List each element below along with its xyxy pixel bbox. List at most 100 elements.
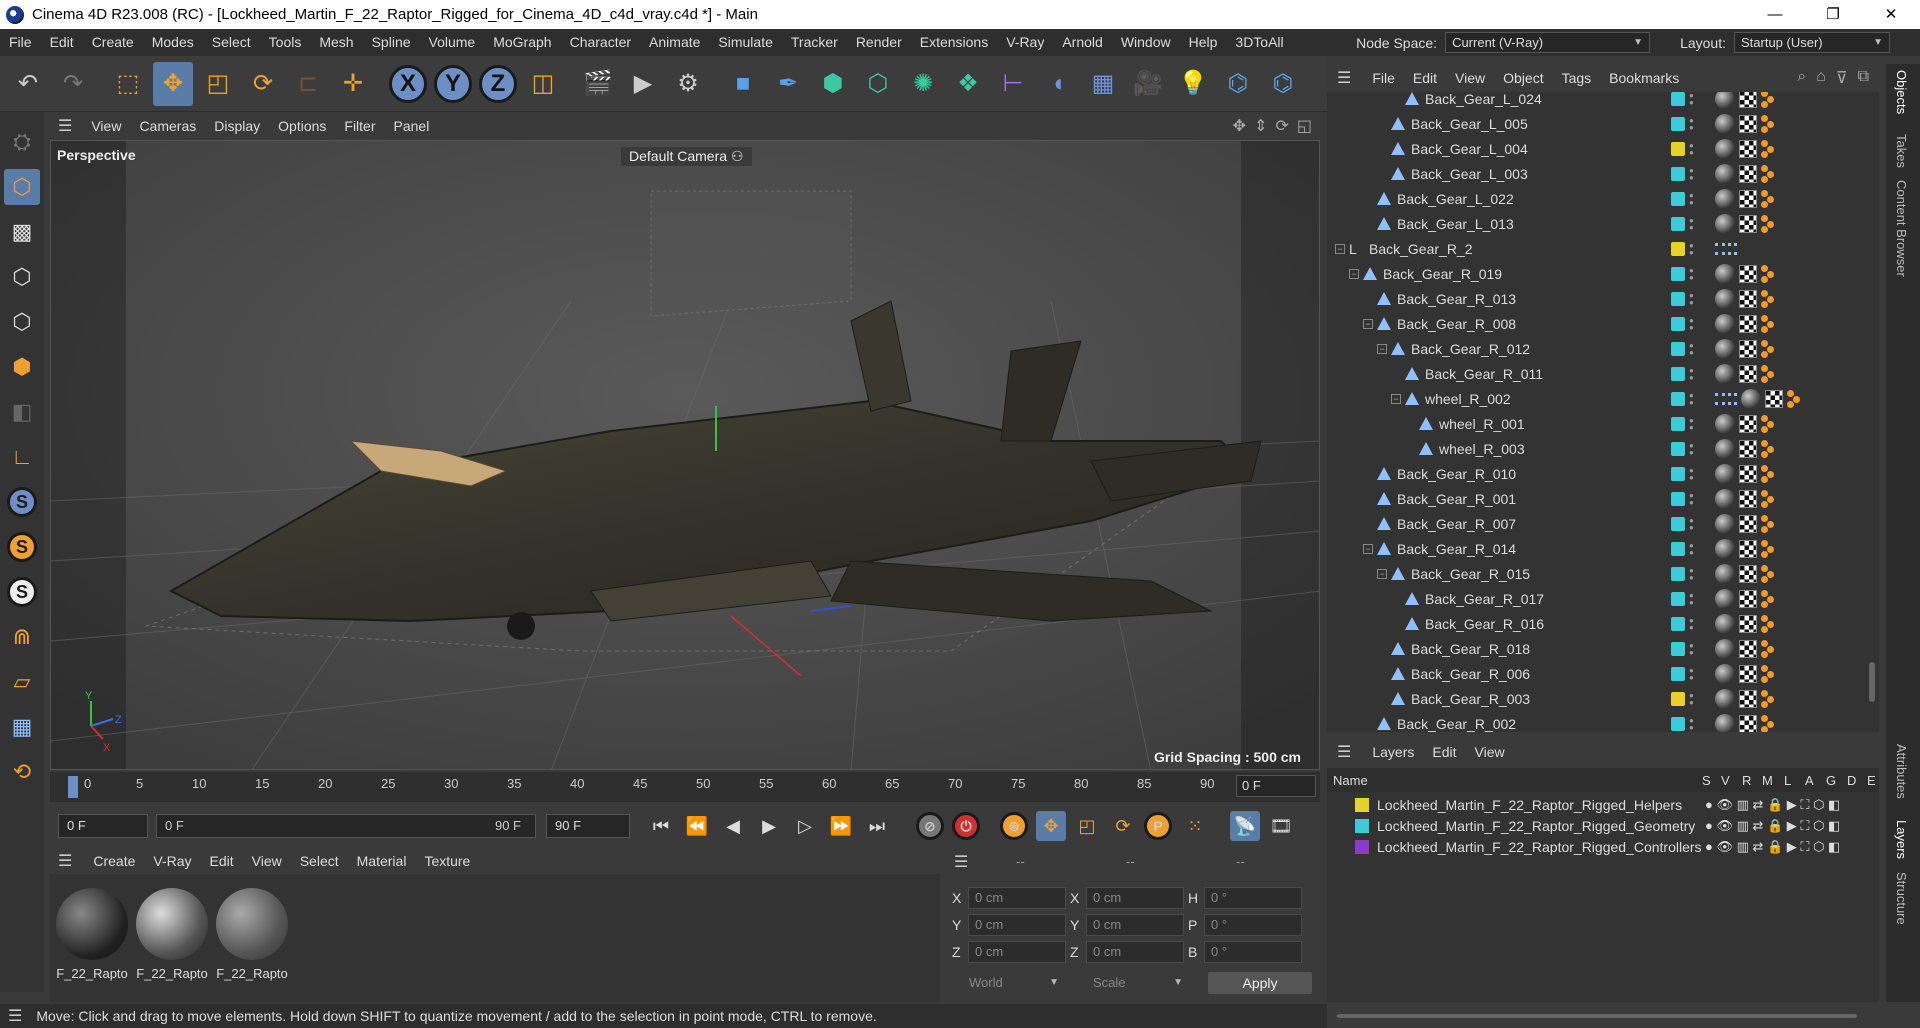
material-tag-icon[interactable] — [1715, 338, 1735, 359]
uvw-tag-icon[interactable] — [1739, 339, 1757, 358]
planar-workplane-button[interactable]: ⟲ — [4, 754, 40, 790]
material-tag-icon[interactable] — [1715, 463, 1735, 484]
layer-color-swatch[interactable] — [1671, 641, 1685, 656]
ik-tag-icon[interactable] — [1761, 164, 1779, 183]
layer-color-swatch[interactable] — [1355, 839, 1369, 854]
previous-key-button[interactable]: ⏪ — [682, 811, 712, 841]
point-mode-button[interactable]: ⬡ — [4, 259, 40, 295]
timeline-ruler[interactable]: 0 5 10 15 20 25 30 35 40 45 50 55 60 65 … — [50, 772, 1320, 802]
ik-tag-icon[interactable] — [1761, 114, 1779, 133]
visibility-dots[interactable]: ● ● — [1689, 166, 1695, 181]
visibility-dots[interactable]: ● ● — [1689, 291, 1695, 306]
uvw-tag-icon[interactable] — [1739, 489, 1757, 508]
maximize-view-icon[interactable]: ◱ — [1297, 116, 1312, 136]
layer-color-swatch[interactable] — [1671, 716, 1685, 731]
next-key-button[interactable]: ⏩ — [826, 811, 856, 841]
ik-tag-icon[interactable] — [1761, 689, 1779, 708]
new-window-icon[interactable]: ⧉ — [1858, 68, 1869, 88]
uvw-tag-icon[interactable] — [1739, 139, 1757, 158]
dolly-view-icon[interactable]: ⇕ — [1254, 116, 1267, 136]
material-tag-icon[interactable] — [1715, 638, 1735, 659]
object-row[interactable]: Back_Gear_R_007 ● ● — [1327, 511, 1879, 536]
object-row[interactable]: Back_Gear_L_013 ● ● — [1327, 211, 1879, 236]
material-tag-icon[interactable] — [1715, 113, 1735, 134]
visibility-dots[interactable]: ● ● — [1689, 216, 1695, 231]
ik-tag-icon[interactable] — [1787, 389, 1805, 408]
ik-tag-icon[interactable] — [1761, 364, 1779, 383]
tab-objects[interactable]: Objects — [1894, 70, 1909, 114]
tab-layers[interactable]: Layers — [1894, 820, 1909, 859]
layer-color-swatch[interactable] — [1671, 591, 1685, 606]
hamburger-icon[interactable]: ☰ — [1337, 68, 1351, 88]
subdivision-button[interactable]: ⬢ — [813, 62, 853, 106]
object-row[interactable]: − Back_Gear_R_012 ● ● — [1327, 336, 1879, 361]
uvw-tag-icon[interactable] — [1739, 314, 1757, 333]
layer-color-swatch[interactable] — [1355, 818, 1369, 833]
ik-tag-icon[interactable] — [1761, 139, 1779, 158]
end-frame-field[interactable]: 90 F — [546, 814, 630, 838]
object-menu-view[interactable]: View — [1446, 70, 1494, 86]
object-menu-tags[interactable]: Tags — [1553, 70, 1601, 86]
position-x-field[interactable]: 0 cm — [968, 887, 1066, 909]
uvw-tag-icon[interactable] — [1739, 464, 1757, 483]
ik-tag-icon[interactable] — [1761, 639, 1779, 658]
point-level-key-button[interactable]: ⁙ — [1180, 811, 1210, 841]
object-row[interactable]: Back_Gear_L_004 ● ● — [1327, 136, 1879, 161]
menu-spline[interactable]: Spline — [363, 29, 420, 56]
playhead[interactable] — [68, 776, 78, 798]
material-menu-view[interactable]: View — [243, 853, 291, 869]
layer-color-swatch[interactable] — [1671, 391, 1685, 406]
object-row[interactable]: − Back_Gear_R_019 ● ● — [1327, 261, 1879, 286]
visibility-dots[interactable]: ● ● — [1689, 641, 1695, 656]
pan-view-icon[interactable]: ✥ — [1233, 116, 1246, 136]
material-tag-icon[interactable] — [1715, 213, 1735, 234]
hamburger-icon[interactable]: ☰ — [58, 851, 72, 871]
uvw-tag-icon[interactable] — [1739, 189, 1757, 208]
light-button[interactable]: 💡 — [1173, 62, 1213, 106]
uvw-tag-icon[interactable] — [1739, 589, 1757, 608]
layer-menu-layers[interactable]: Layers — [1363, 744, 1423, 760]
material-tag-icon[interactable] — [1715, 513, 1735, 534]
material-tag-icon[interactable] — [1715, 313, 1735, 334]
uvw-tag-icon[interactable] — [1765, 389, 1783, 408]
material-swatch[interactable]: F_22_Rapto — [214, 882, 290, 994]
menu-select[interactable]: Select — [203, 29, 260, 56]
layer-row[interactable]: Lockheed_Martin_F_22_Raptor_Rigged_Contr… — [1327, 836, 1879, 857]
material-tag-icon[interactable] — [1715, 538, 1735, 559]
uvw-tag-icon[interactable] — [1739, 689, 1757, 708]
layer-color-swatch[interactable] — [1671, 691, 1685, 706]
collapse-toggle[interactable]: − — [1377, 568, 1387, 579]
menu-volume[interactable]: Volume — [420, 29, 485, 56]
layer-row[interactable]: Lockheed_Martin_F_22_Raptor_Rigged_Geome… — [1327, 815, 1879, 836]
previous-frame-button[interactable]: ◀ — [718, 811, 748, 841]
material-tag-icon[interactable] — [1715, 138, 1735, 159]
field-button[interactable]: ◖ — [1038, 62, 1078, 106]
recent-tool-button[interactable]: ⊏ — [288, 62, 328, 106]
layer-color-swatch[interactable] — [1671, 441, 1685, 456]
material-tag-icon[interactable] — [1715, 563, 1735, 584]
visibility-dots[interactable]: ● ● — [1689, 491, 1695, 506]
uvw-tag-icon[interactable] — [1739, 439, 1757, 458]
material-tag-icon[interactable] — [1715, 413, 1735, 434]
rotation-h-field[interactable]: 0 ° — [1204, 887, 1302, 909]
render-picture-viewer-button[interactable]: ▶ — [623, 62, 663, 106]
transform-button[interactable]: ✛ — [333, 62, 373, 106]
edge-mode-button[interactable]: ⬡ — [4, 304, 40, 340]
snap-settings-button[interactable]: S — [4, 529, 40, 565]
pen-button[interactable]: ✒ — [768, 62, 808, 106]
layer-color-swatch[interactable] — [1671, 566, 1685, 581]
ik-tag-icon[interactable] — [1761, 564, 1779, 583]
keyframe-selection-button[interactable]: ⊛ — [1000, 812, 1028, 840]
filter-icon[interactable]: ⊽ — [1836, 68, 1848, 88]
scale-tool-button[interactable]: ◰ — [198, 62, 238, 106]
layer-color-swatch[interactable] — [1671, 241, 1685, 256]
material-tag-icon[interactable] — [1715, 613, 1735, 634]
uvw-tag-icon[interactable] — [1739, 564, 1757, 583]
camera-name[interactable]: Default Camera ⚇ — [621, 147, 752, 166]
layer-color-swatch[interactable] — [1671, 191, 1685, 206]
ik-tag-icon[interactable] — [1761, 514, 1779, 533]
home-icon[interactable]: ⌂ — [1816, 68, 1826, 88]
ik-tag-icon[interactable] — [1761, 489, 1779, 508]
layer-color-swatch[interactable] — [1671, 266, 1685, 281]
polygon-mode-button[interactable]: ⬢ — [4, 349, 40, 385]
